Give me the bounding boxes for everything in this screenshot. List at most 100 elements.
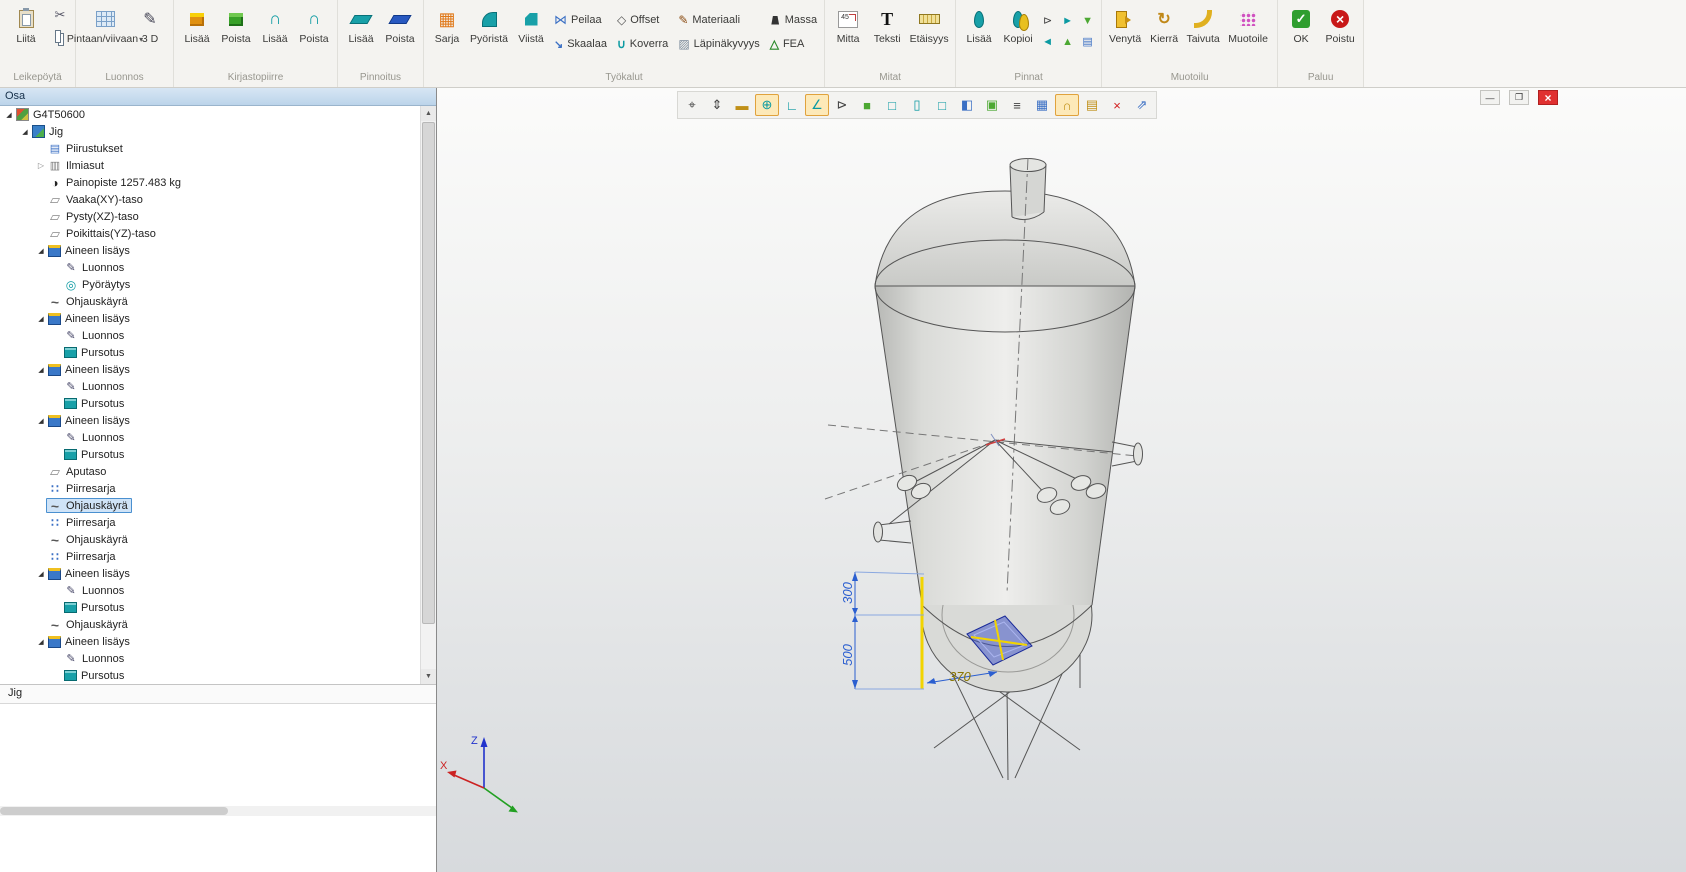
restore-button[interactable] (1509, 90, 1529, 105)
library-feature-remove-button[interactable]: Poista (295, 1, 333, 65)
mass-button[interactable]: Massa (767, 9, 820, 31)
wireframe-view-icon[interactable]: □ (880, 94, 904, 116)
tree-item[interactable]: Piirustukset (0, 140, 421, 157)
minimize-button[interactable] (1480, 90, 1500, 105)
tree-item[interactable]: Pursotus (0, 667, 421, 684)
tree-item[interactable]: Vaaka(XY)-taso (0, 191, 421, 208)
tree-item[interactable]: Pursotus (0, 599, 421, 616)
scale-button[interactable]: Skaalaa (551, 33, 610, 55)
feature-list-icon[interactable]: ≡ (1005, 94, 1029, 116)
tree-item[interactable]: Aputaso (0, 463, 421, 480)
bend-button[interactable]: Taivuta (1184, 1, 1222, 65)
concave-button[interactable]: Koverra (614, 33, 671, 55)
tree-item[interactable]: Luonnos (0, 429, 421, 446)
tree-expand-icon[interactable] (20, 128, 30, 136)
snap-rotate-icon[interactable]: ⊕ (755, 94, 779, 116)
tree-item[interactable]: Piirresarja (0, 480, 421, 497)
library-feature-add-button[interactable]: Lisää (256, 1, 294, 65)
select-filter-icon[interactable]: ⊳ (830, 94, 854, 116)
scroll-thumb[interactable] (422, 122, 435, 624)
tree-item[interactable]: Aineen lisäys (0, 361, 421, 378)
material-button[interactable]: Materiaali (675, 9, 762, 31)
copy-geometry-icon[interactable]: ▦ (1030, 94, 1054, 116)
surface-stack-icon[interactable]: ▤ (1078, 32, 1097, 51)
tree-item[interactable]: Aineen lisäys (0, 633, 421, 650)
tree-item[interactable]: Luonnos (0, 582, 421, 599)
solid-view-icon[interactable]: ■ (855, 94, 879, 116)
fea-button[interactable]: FEA (767, 33, 820, 55)
tree-expand-icon[interactable] (36, 366, 46, 374)
surface-up-icon[interactable]: ▲ (1058, 32, 1077, 51)
export-view-icon[interactable]: ⇗ (1130, 94, 1154, 116)
tree-item[interactable]: Pyöräytys (0, 276, 421, 293)
viewport-canvas[interactable]: 300 500 370 Z X (437, 88, 1686, 872)
surface-copy-button[interactable]: Kopioi (999, 1, 1037, 65)
pick-surface-icon[interactable]: ⊳ (1038, 11, 1057, 30)
horizontal-scroll-thumb[interactable] (0, 807, 228, 815)
tree-item[interactable]: Pursotus (0, 446, 421, 463)
dimension-500-label[interactable]: 500 (840, 643, 855, 665)
solid-selected-icon[interactable]: ▣ (980, 94, 1004, 116)
tree-item[interactable]: Ohjauskäyrä (0, 531, 421, 548)
mirror-button[interactable]: Peilaa (551, 9, 610, 31)
tree-item[interactable]: Luonnos (0, 650, 421, 667)
close-button[interactable] (1538, 90, 1558, 105)
tree-item[interactable]: Jig (0, 123, 421, 140)
library-add-button[interactable]: Lisää (178, 1, 216, 65)
tree-expand-icon[interactable] (4, 111, 14, 119)
measure-button[interactable]: Mitta (829, 1, 867, 65)
tree-item[interactable]: Aineen lisäys (0, 412, 421, 429)
tree-expand-icon[interactable] (36, 315, 46, 323)
series-button[interactable]: Sarja (428, 1, 466, 65)
dimension-300-label[interactable]: 300 (840, 581, 855, 603)
tank-dome[interactable] (875, 191, 1135, 286)
dimension-370-label[interactable]: 370 (949, 669, 971, 684)
measure-vertical-icon[interactable]: ⇕ (705, 94, 729, 116)
library-remove-button[interactable]: Poista (217, 1, 255, 65)
snap-axis-icon[interactable]: ∟ (780, 94, 804, 116)
pin-icon[interactable]: ⌖ (680, 94, 704, 116)
delete-icon[interactable]: × (1105, 94, 1129, 116)
distance-button[interactable]: Etäisyys (907, 1, 951, 65)
tree-item[interactable]: Piirresarja (0, 548, 421, 565)
ruler-icon[interactable]: ▬ (730, 94, 754, 116)
cut-button[interactable] (49, 5, 71, 25)
tree-item[interactable]: Ohjauskäyrä (0, 293, 421, 310)
tree-expand-icon[interactable] (36, 638, 46, 646)
scroll-up-icon[interactable] (421, 106, 436, 121)
sketch-on-face-button[interactable]: Pintaan/viivaan (80, 1, 130, 65)
tree-item[interactable]: G4T50600 (0, 106, 421, 123)
tree-expand-icon[interactable] (36, 570, 46, 578)
coating-add-button[interactable]: Lisää (342, 1, 380, 65)
left-nozzle[interactable] (874, 521, 912, 543)
surface-forward-icon[interactable]: ► (1058, 11, 1077, 30)
transparency-button[interactable]: Läpinäkyvyys (675, 33, 762, 55)
tree-expand-icon[interactable] (36, 161, 46, 170)
paste-button[interactable]: Liitä (4, 1, 48, 65)
scroll-down-icon[interactable] (421, 669, 436, 684)
text-button[interactable]: Teksti (868, 1, 906, 65)
tree-item[interactable]: Ohjauskäyrä (0, 497, 421, 514)
ok-button[interactable]: OK (1282, 1, 1320, 65)
viewport-3d[interactable]: 300 500 370 Z X ⌖ ⇕ (437, 88, 1686, 872)
surface-add-button[interactable]: Lisää (960, 1, 998, 65)
tree-item[interactable]: Luonnos (0, 259, 421, 276)
tree-item[interactable]: Luonnos (0, 378, 421, 395)
coating-remove-button[interactable]: Poista (381, 1, 419, 65)
stretch-button[interactable]: Venytä (1106, 1, 1144, 65)
tree-expand-icon[interactable] (36, 417, 46, 425)
tree-item[interactable]: Aineen lisäys (0, 242, 421, 259)
surface-mode-icon[interactable]: ∩ (1055, 94, 1079, 116)
chamfer-button[interactable]: Viistä (512, 1, 550, 65)
tank-body[interactable] (875, 286, 1135, 605)
rotate-button[interactable]: Kierrä (1145, 1, 1183, 65)
tree-scrollbar[interactable] (420, 106, 436, 684)
tree-item[interactable]: Luonnos (0, 327, 421, 344)
outline-view-icon[interactable]: □ (930, 94, 954, 116)
tree-item[interactable]: Ohjauskäyrä (0, 616, 421, 633)
tree-item[interactable]: Aineen lisäys (0, 310, 421, 327)
tree-item[interactable]: Ilmiasut (0, 157, 421, 174)
offset-button[interactable]: Offset (614, 9, 671, 31)
tree-item[interactable]: Pursotus (0, 344, 421, 361)
shape-button[interactable]: Muotoile (1223, 1, 1273, 65)
